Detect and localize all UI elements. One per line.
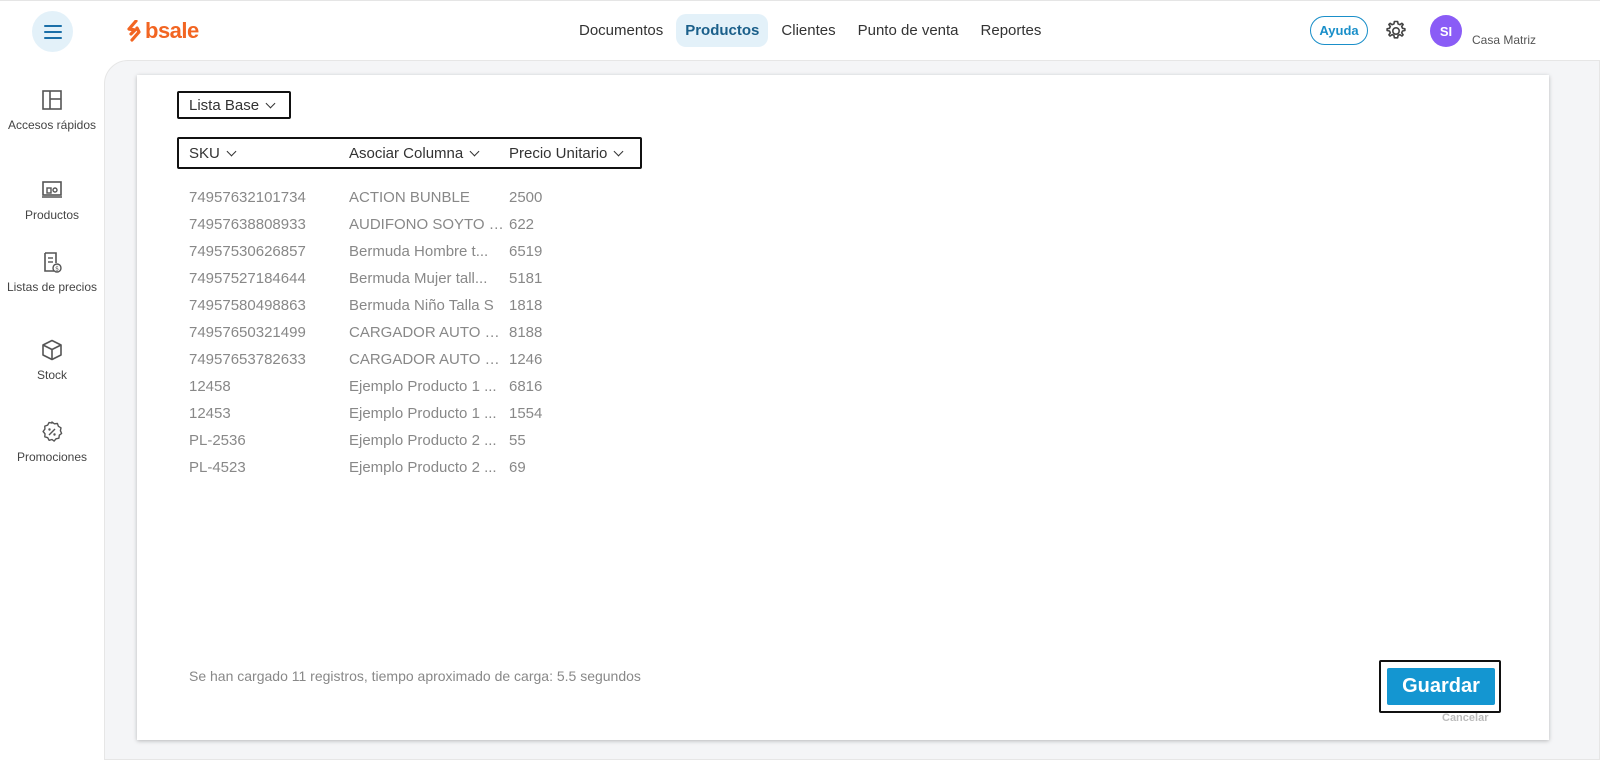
cell-price: 6816 xyxy=(509,378,543,395)
load-status-text: Se han cargado 11 registros, tiempo apro… xyxy=(189,668,641,684)
cell-price: 5181 xyxy=(509,270,543,287)
cell-sku: PL-2536 xyxy=(189,432,246,449)
column-label: Precio Unitario xyxy=(509,145,608,162)
cell-price: 1818 xyxy=(509,297,543,314)
cell-sku: 12453 xyxy=(189,405,231,422)
cell-sku: 74957632101734 xyxy=(189,189,306,206)
help-button[interactable]: Ayuda xyxy=(1310,16,1368,45)
column-mapping-header: SKU Asociar Columna Precio Unitario xyxy=(177,137,642,169)
column-select-sku[interactable]: SKU xyxy=(189,145,237,162)
cell-sku: 74957527184644 xyxy=(189,270,306,287)
cell-name: CARGADOR AUTO M... xyxy=(349,351,504,368)
layout-icon xyxy=(42,90,62,110)
bsale-logo-icon xyxy=(127,20,141,42)
nav-reportes[interactable]: Reportes xyxy=(972,14,1051,47)
cell-price: 622 xyxy=(509,216,535,233)
sidebar-item-listas-de-precios[interactable]: $ Listas de precios xyxy=(0,250,104,294)
sidebar-item-label: Promociones xyxy=(16,450,88,464)
cell-price: 6519 xyxy=(509,243,543,260)
cancel-link[interactable]: Cancelar xyxy=(1442,712,1488,724)
nav-documentos[interactable]: Documentos xyxy=(570,14,672,47)
branch-name[interactable]: Casa Matriz xyxy=(1472,33,1536,47)
cell-sku: 74957653782633 xyxy=(189,351,306,368)
cell-price: 55 xyxy=(509,432,526,449)
sidebar-item-accesos-rapidos[interactable]: Accesos rápidos xyxy=(0,88,104,132)
sidebar-item-label: Stock xyxy=(36,368,67,382)
sidebar-item-productos[interactable]: Productos xyxy=(0,178,104,222)
chevron-down-icon xyxy=(613,146,624,157)
nav-clientes[interactable]: Clientes xyxy=(772,14,844,47)
cell-name: Bermuda Niño Talla S xyxy=(349,297,494,314)
cell-name: Bermuda Hombre t... xyxy=(349,243,489,260)
column-label: Asociar Columna xyxy=(349,145,464,162)
cell-price: 1246 xyxy=(509,351,543,368)
sidebar-item-label: Productos xyxy=(24,208,80,222)
column-select-asociar[interactable]: Asociar Columna xyxy=(349,145,480,162)
sidebar-item-stock[interactable]: Stock xyxy=(0,338,104,382)
cell-sku: 74957638808933 xyxy=(189,216,306,233)
cell-sku: 74957650321499 xyxy=(189,324,306,341)
cell-name: Ejemplo Producto 1 ... xyxy=(349,405,497,422)
cell-name: Ejemplo Producto 2 ... xyxy=(349,459,497,476)
cell-price: 1554 xyxy=(509,405,543,422)
cell-name: ACTION BUNBLE xyxy=(349,189,470,206)
column-select-precio[interactable]: Precio Unitario xyxy=(509,145,624,162)
chevron-down-icon xyxy=(265,98,276,108)
sidebar: Accesos rápidos Productos $ Listas de pr… xyxy=(0,60,104,760)
chevron-down-icon xyxy=(469,146,480,157)
menu-button[interactable] xyxy=(32,11,73,52)
cell-sku: 74957530626857 xyxy=(189,243,306,260)
column-label: SKU xyxy=(189,145,220,162)
price-list-select-value: Lista Base xyxy=(189,96,260,114)
price-list-select[interactable]: Lista Base xyxy=(177,91,291,119)
cell-name: Ejemplo Producto 2 ... xyxy=(349,432,497,449)
nav-productos[interactable]: Productos xyxy=(676,14,769,47)
cell-sku: PL-4523 xyxy=(189,459,246,476)
save-button[interactable]: Guardar xyxy=(1387,668,1495,705)
cell-price: 69 xyxy=(509,459,526,476)
logo-text: bsale xyxy=(145,18,199,43)
price-list-icon: $ xyxy=(44,252,62,273)
sidebar-item-label: Listas de precios xyxy=(6,280,98,294)
cell-sku: 74957580498863 xyxy=(189,297,306,314)
cell-name: CARGADOR AUTO C... xyxy=(349,324,504,341)
box-icon xyxy=(42,339,62,361)
gear-icon[interactable] xyxy=(1384,19,1408,43)
sidebar-item-label: Accesos rápidos xyxy=(7,118,97,132)
svg-text:$: $ xyxy=(55,266,59,273)
nav-punto-de-venta[interactable]: Punto de venta xyxy=(849,14,968,47)
main-nav: Documentos Productos Clientes Punto de v… xyxy=(570,14,1050,47)
logo[interactable]: bsale xyxy=(126,18,199,44)
avatar[interactable]: SI xyxy=(1430,15,1462,47)
products-icon xyxy=(42,181,62,198)
cell-name: Ejemplo Producto 1 ... xyxy=(349,378,497,395)
cell-price: 8188 xyxy=(509,324,543,341)
chevron-down-icon xyxy=(226,146,237,157)
hamburger-icon xyxy=(43,24,62,39)
cell-name: AUDIFONO SOYTO G... xyxy=(349,216,504,233)
sidebar-item-promociones[interactable]: Promociones xyxy=(0,420,104,464)
cell-sku: 12458 xyxy=(189,378,231,395)
cell-name: Bermuda Mujer tall... xyxy=(349,270,488,287)
promo-icon xyxy=(42,421,63,442)
cell-price: 2500 xyxy=(509,189,543,206)
top-bar: bsale Documentos Productos Clientes Punt… xyxy=(0,0,1600,60)
